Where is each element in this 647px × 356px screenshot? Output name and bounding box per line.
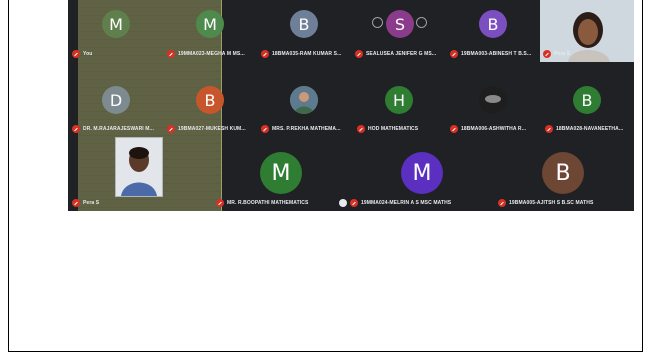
participant-name: You [83, 51, 93, 57]
mic-muted-icon [355, 50, 363, 58]
participant-name: 18BMA006-ASHWITHA R... [461, 126, 527, 132]
mic-muted-icon [72, 50, 80, 58]
participant-name-row: SEALUSEA JENIFER G MS... [355, 50, 436, 58]
participant-avatar[interactable]: B [290, 10, 318, 38]
mic-muted-icon [498, 199, 506, 207]
mic-muted-icon [216, 199, 224, 207]
participant-name: 18BMA035-RAM KUMAR S... [272, 51, 342, 57]
participant-name-row: MRS. P.REKHA MATHEMA... [261, 125, 341, 133]
participant-avatar[interactable]: H [385, 86, 413, 114]
presenting-icon [339, 199, 347, 207]
participant-name: 19MMA023-MEGHA M MS... [178, 51, 245, 57]
participant-name: 19BMA027-MUKESH KUM... [178, 126, 246, 132]
participant-avatar[interactable]: D [102, 86, 130, 114]
participant-name-row: MR. R.BOOPATHI MATHEMATICS [216, 199, 308, 207]
participant-name-row: You [72, 50, 92, 58]
participant-name-row: 19MMA024-MELRIN A S MSC MATHS [350, 199, 451, 207]
participant-avatar[interactable]: M [401, 152, 443, 194]
participant-avatar[interactable]: S [386, 10, 414, 38]
mic-muted-icon [450, 50, 458, 58]
mic-muted-icon [72, 199, 80, 207]
participant-name-row: 19BMA003-ABINESH T B.S... [450, 50, 531, 58]
mic-muted-icon [350, 199, 358, 207]
participant-name: Pera S [554, 51, 571, 57]
mic-muted-icon [261, 125, 269, 133]
participant-name: Pera S [83, 200, 100, 206]
participant-name: 18BMA028-NAVANEETHA... [556, 126, 624, 132]
participant-name: HOD MATHEMATICS [368, 126, 419, 132]
participant-name-row: 19BMA005-AJITSH S B.SC MATHS [498, 199, 593, 207]
participant-avatar[interactable]: B [573, 86, 601, 114]
mic-muted-icon [357, 125, 365, 133]
participant-name: 19BMA005-AJITSH S B.SC MATHS [509, 200, 594, 206]
participant-name-row: Pera S [543, 50, 570, 58]
remove-icon[interactable] [416, 17, 427, 28]
participant-name: 19MMA024-MELRIN A S MSC MATHS [361, 200, 452, 206]
participant-avatar[interactable]: B [479, 10, 507, 38]
participant-name-row: 18BMA035-RAM KUMAR S... [261, 50, 342, 58]
participant-video-pera-s[interactable] [115, 137, 163, 197]
participant-name: MRS. P.REKHA MATHEMA... [272, 126, 341, 132]
participant-name: SEALUSEA JENIFER G MS... [366, 51, 437, 57]
mic-muted-icon [72, 125, 80, 133]
participant-name: 19BMA003-ABINESH T B.S... [461, 51, 532, 57]
participant-name-row: HOD MATHEMATICS [357, 125, 418, 133]
participant-profile-photo[interactable] [479, 86, 507, 114]
mic-muted-icon [167, 50, 175, 58]
participant-name: DR. M.RAJARAJESWARI M... [83, 126, 155, 132]
participant-name: MR. R.BOOPATHI MATHEMATICS [227, 200, 309, 206]
participant-avatar[interactable]: M [196, 10, 224, 38]
mic-muted-icon [450, 125, 458, 133]
participant-name-row: 18BMA028-NAVANEETHA... [545, 125, 623, 133]
participant-name-row: 18BMA006-ASHWITHA R... [450, 125, 526, 133]
meeting-grid: M You M 19MMA023-MEGHA M MS... B 18BMA03… [68, 0, 634, 211]
participant-avatar[interactable]: M [260, 152, 302, 194]
mic-muted-icon [543, 50, 551, 58]
participant-name-row: Pera S [72, 199, 99, 207]
mic-muted-icon [167, 125, 175, 133]
participant-avatar[interactable]: B [542, 152, 584, 194]
participant-avatar[interactable]: M [102, 10, 130, 38]
pin-icon[interactable] [372, 17, 383, 28]
participant-avatar[interactable]: B [196, 86, 224, 114]
participant-name-row: 19BMA027-MUKESH KUM... [167, 125, 246, 133]
participant-profile-photo[interactable] [290, 86, 318, 114]
mic-muted-icon [545, 125, 553, 133]
mic-muted-icon [261, 50, 269, 58]
participant-name-row: DR. M.RAJARAJESWARI M... [72, 125, 154, 133]
participant-name-row: 19MMA023-MEGHA M MS... [167, 50, 245, 58]
